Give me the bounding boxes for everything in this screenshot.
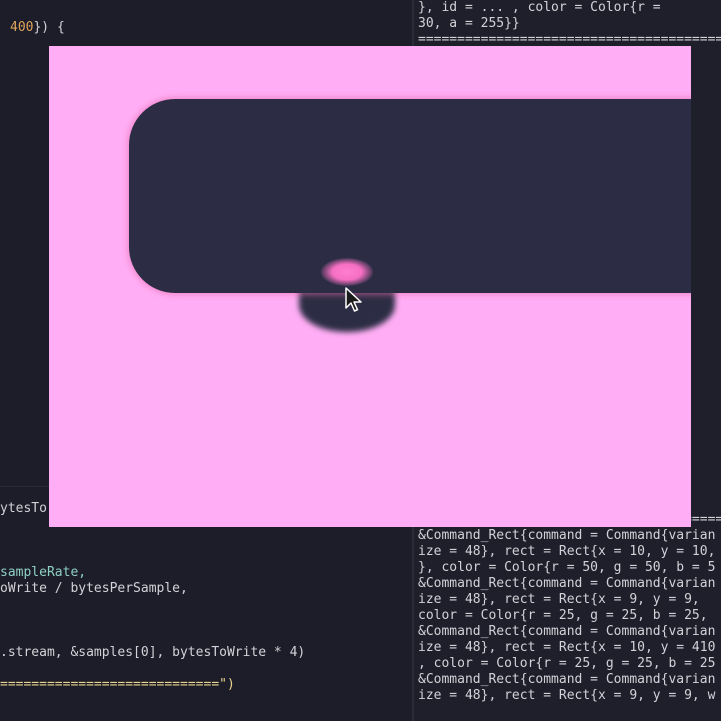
console-line: }, id = ... , color = Color{r =: [418, 0, 669, 15]
code-line: oWrite / bytesPerSample,: [0, 581, 188, 596]
pink-glow: [321, 258, 373, 286]
mouse-cursor-icon: [345, 287, 362, 312]
code-number: 400: [10, 20, 34, 35]
console-line: ize = 48}, rect = Rect{x = 9, y = 9, w: [418, 688, 716, 703]
code-text: }) {: [33, 20, 65, 35]
dark-panel[interactable]: [129, 99, 691, 293]
code-line: 400}) {: [10, 20, 65, 36]
console-line: &Command_Rect{command = Command{varian: [418, 672, 716, 687]
code-line: .stream, &samples[0], bytesToWrite * 4): [0, 645, 306, 660]
code-line: sampleRate,: [0, 565, 87, 580]
code-line: ============================"): [0, 677, 235, 692]
console-line: &Command_Rect{command = Command{varian: [418, 528, 716, 543]
console-line: ize = 48}, rect = Rect{x = 10, y = 410: [418, 640, 716, 655]
console-line: , color = Color{r = 25, g = 25, b = 25: [418, 656, 716, 671]
console-line: &Command_Rect{command = Command{varian: [418, 576, 716, 591]
console-line: color = Color{r = 25, g = 25, b = 25,: [418, 608, 708, 623]
console-line: ize = 48}, rect = Rect{x = 9, y = 9,: [418, 592, 700, 607]
console-line: }, color = Color{r = 50, g = 50, b = 5: [418, 560, 716, 575]
code-line: ytesTo: [0, 501, 47, 516]
console-line: ize = 48}, rect = Rect{x = 10, y = 10,: [418, 544, 716, 559]
console-line: 30, a = 255}}: [418, 16, 520, 31]
console-line: &Command_Rect{command = Command{varian: [418, 624, 716, 639]
app-window[interactable]: [49, 46, 691, 527]
